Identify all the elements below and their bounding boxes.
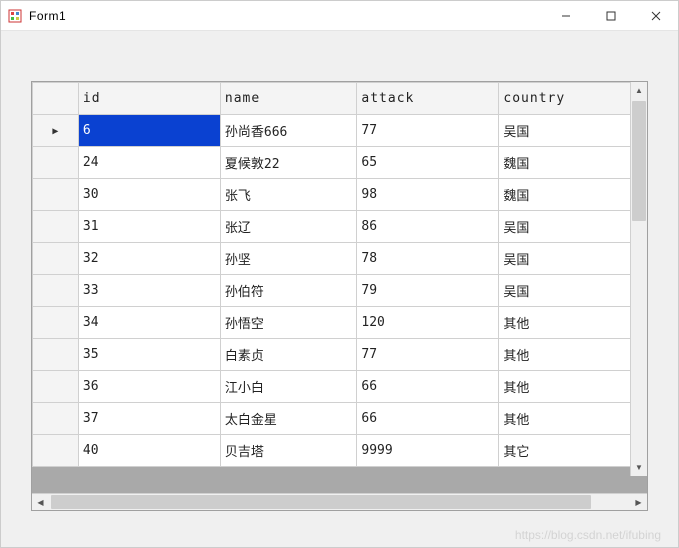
cell-country[interactable]: 其他 <box>499 307 641 339</box>
cell-id[interactable]: 6 <box>78 115 220 147</box>
table-row[interactable]: 33孙伯符79吴国1 <box>33 275 648 307</box>
row-header[interactable] <box>33 307 79 339</box>
row-header[interactable] <box>33 243 79 275</box>
row-header[interactable] <box>33 435 79 467</box>
cell-name[interactable]: 孙坚 <box>220 243 357 275</box>
cell-id[interactable]: 40 <box>78 435 220 467</box>
cell-name[interactable]: 白素贞 <box>220 339 357 371</box>
table-row[interactable]: 34孙悟空120其他1 <box>33 307 648 339</box>
scroll-right-arrow-icon[interactable]: ▶ <box>630 494 647 510</box>
cell-attack[interactable]: 66 <box>357 371 499 403</box>
maximize-button[interactable] <box>588 1 633 30</box>
cell-name[interactable]: 江小白 <box>220 371 357 403</box>
row-header[interactable] <box>33 211 79 243</box>
table-row[interactable]: 37太白金星66其他1 <box>33 403 648 435</box>
cell-name[interactable]: 太白金星 <box>220 403 357 435</box>
row-header[interactable] <box>33 147 79 179</box>
table-row[interactable]: 30张飞98魏国1 <box>33 179 648 211</box>
scroll-up-arrow-icon[interactable]: ▲ <box>631 82 647 99</box>
scroll-left-arrow-icon[interactable]: ◀ <box>32 494 49 510</box>
cell-id[interactable]: 24 <box>78 147 220 179</box>
cell-id[interactable]: 35 <box>78 339 220 371</box>
row-header[interactable] <box>33 339 79 371</box>
app-icon <box>7 8 23 24</box>
cell-name[interactable]: 张辽 <box>220 211 357 243</box>
table-row[interactable]: 24夏候敦2265魏国1 <box>33 147 648 179</box>
cell-attack[interactable]: 9999 <box>357 435 499 467</box>
cell-country[interactable]: 魏国 <box>499 179 641 211</box>
cell-country[interactable]: 其他 <box>499 371 641 403</box>
cell-id[interactable]: 34 <box>78 307 220 339</box>
cell-attack[interactable]: 98 <box>357 179 499 211</box>
cell-id[interactable]: 30 <box>78 179 220 211</box>
scroll-down-arrow-icon[interactable]: ▼ <box>631 459 647 476</box>
window-frame: Form1 id name <box>0 0 679 548</box>
table-row[interactable]: 31张辽86吴国1 <box>33 211 648 243</box>
cell-id[interactable]: 36 <box>78 371 220 403</box>
table-row[interactable]: 36江小白66其他1 <box>33 371 648 403</box>
row-header[interactable] <box>33 371 79 403</box>
window-title: Form1 <box>29 9 543 23</box>
horizontal-scrollbar[interactable]: ◀ ▶ <box>32 493 647 510</box>
cell-country[interactable]: 其他 <box>499 403 641 435</box>
column-header-attack[interactable]: attack <box>357 83 499 115</box>
cell-attack[interactable]: 77 <box>357 339 499 371</box>
cell-attack[interactable]: 79 <box>357 275 499 307</box>
cell-attack[interactable]: 77 <box>357 115 499 147</box>
cell-name[interactable]: 贝吉塔 <box>220 435 357 467</box>
vertical-scroll-thumb[interactable] <box>632 101 646 221</box>
window-controls <box>543 1 678 30</box>
cell-name[interactable]: 张飞 <box>220 179 357 211</box>
current-row-indicator-icon: ▶ <box>52 126 58 137</box>
cell-id[interactable]: 31 <box>78 211 220 243</box>
table-row[interactable]: 32孙坚78吴国1 <box>33 243 648 275</box>
row-header[interactable] <box>33 275 79 307</box>
client-area: id name attack country ger ▶6孙尚香66677吴国0… <box>1 31 678 547</box>
cell-attack[interactable]: 78 <box>357 243 499 275</box>
datagrid[interactable]: id name attack country ger ▶6孙尚香66677吴国0… <box>31 81 648 511</box>
cell-name[interactable]: 夏候敦22 <box>220 147 357 179</box>
cell-name[interactable]: 孙悟空 <box>220 307 357 339</box>
row-header[interactable] <box>33 403 79 435</box>
cell-id[interactable]: 33 <box>78 275 220 307</box>
row-header[interactable] <box>33 179 79 211</box>
vertical-scrollbar[interactable]: ▲ ▼ <box>630 82 647 476</box>
titlebar[interactable]: Form1 <box>1 1 678 31</box>
cell-name[interactable]: 孙尚香666 <box>220 115 357 147</box>
table-row[interactable]: ▶6孙尚香66677吴国0 <box>33 115 648 147</box>
cell-country[interactable]: 吴国 <box>499 115 641 147</box>
column-header-name[interactable]: name <box>220 83 357 115</box>
cell-attack[interactable]: 65 <box>357 147 499 179</box>
cell-attack[interactable]: 86 <box>357 211 499 243</box>
cell-country[interactable]: 其他 <box>499 339 641 371</box>
horizontal-scroll-thumb[interactable] <box>51 495 591 509</box>
cell-id[interactable]: 37 <box>78 403 220 435</box>
column-header-country[interactable]: country <box>499 83 641 115</box>
cell-country[interactable]: 吴国 <box>499 243 641 275</box>
minimize-button[interactable] <box>543 1 588 30</box>
cell-country[interactable]: 魏国 <box>499 147 641 179</box>
cell-attack[interactable]: 66 <box>357 403 499 435</box>
table-row[interactable]: 40贝吉塔9999其它1 <box>33 435 648 467</box>
cell-id[interactable]: 32 <box>78 243 220 275</box>
header-corner[interactable] <box>33 83 79 115</box>
cell-country[interactable]: 吴国 <box>499 275 641 307</box>
data-table[interactable]: id name attack country ger ▶6孙尚香66677吴国0… <box>32 82 647 467</box>
cell-country[interactable]: 其它 <box>499 435 641 467</box>
datagrid-viewport[interactable]: id name attack country ger ▶6孙尚香66677吴国0… <box>32 82 647 493</box>
cell-attack[interactable]: 120 <box>357 307 499 339</box>
cell-country[interactable]: 吴国 <box>499 211 641 243</box>
column-header-id[interactable]: id <box>78 83 220 115</box>
cell-name[interactable]: 孙伯符 <box>220 275 357 307</box>
close-button[interactable] <box>633 1 678 30</box>
header-row: id name attack country ger <box>33 83 648 115</box>
table-row[interactable]: 35白素贞77其他0 <box>33 339 648 371</box>
row-header[interactable]: ▶ <box>33 115 79 147</box>
horizontal-scroll-track[interactable] <box>49 494 630 510</box>
